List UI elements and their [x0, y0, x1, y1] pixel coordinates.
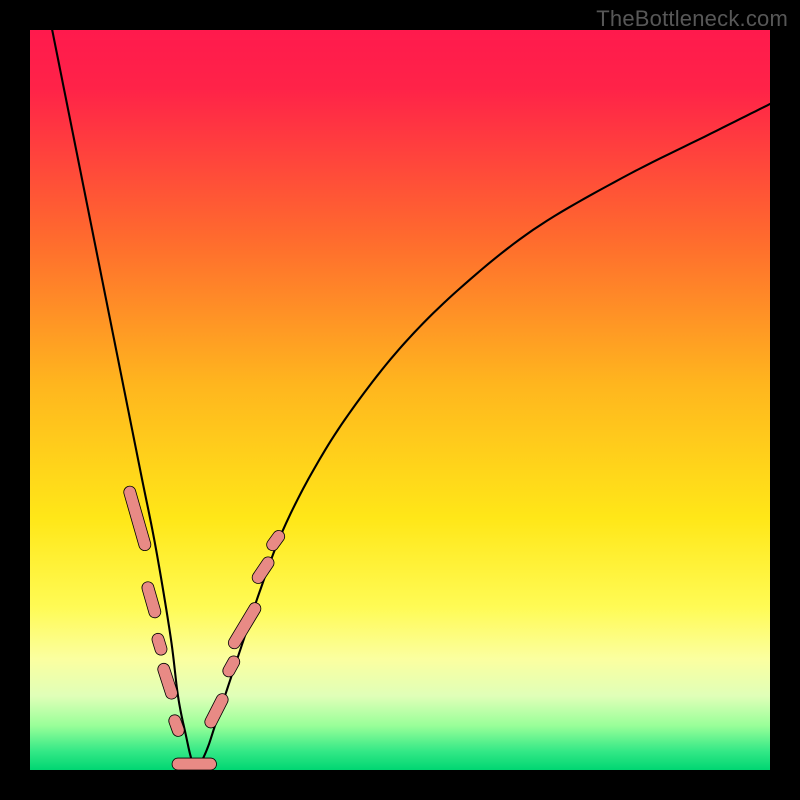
marker-capsule: [172, 758, 216, 770]
plot-svg: [30, 30, 770, 770]
watermark-text: TheBottleneck.com: [596, 6, 788, 32]
outer-black-frame: TheBottleneck.com: [0, 0, 800, 800]
plot-area: [30, 30, 770, 770]
gradient-background: [30, 30, 770, 770]
